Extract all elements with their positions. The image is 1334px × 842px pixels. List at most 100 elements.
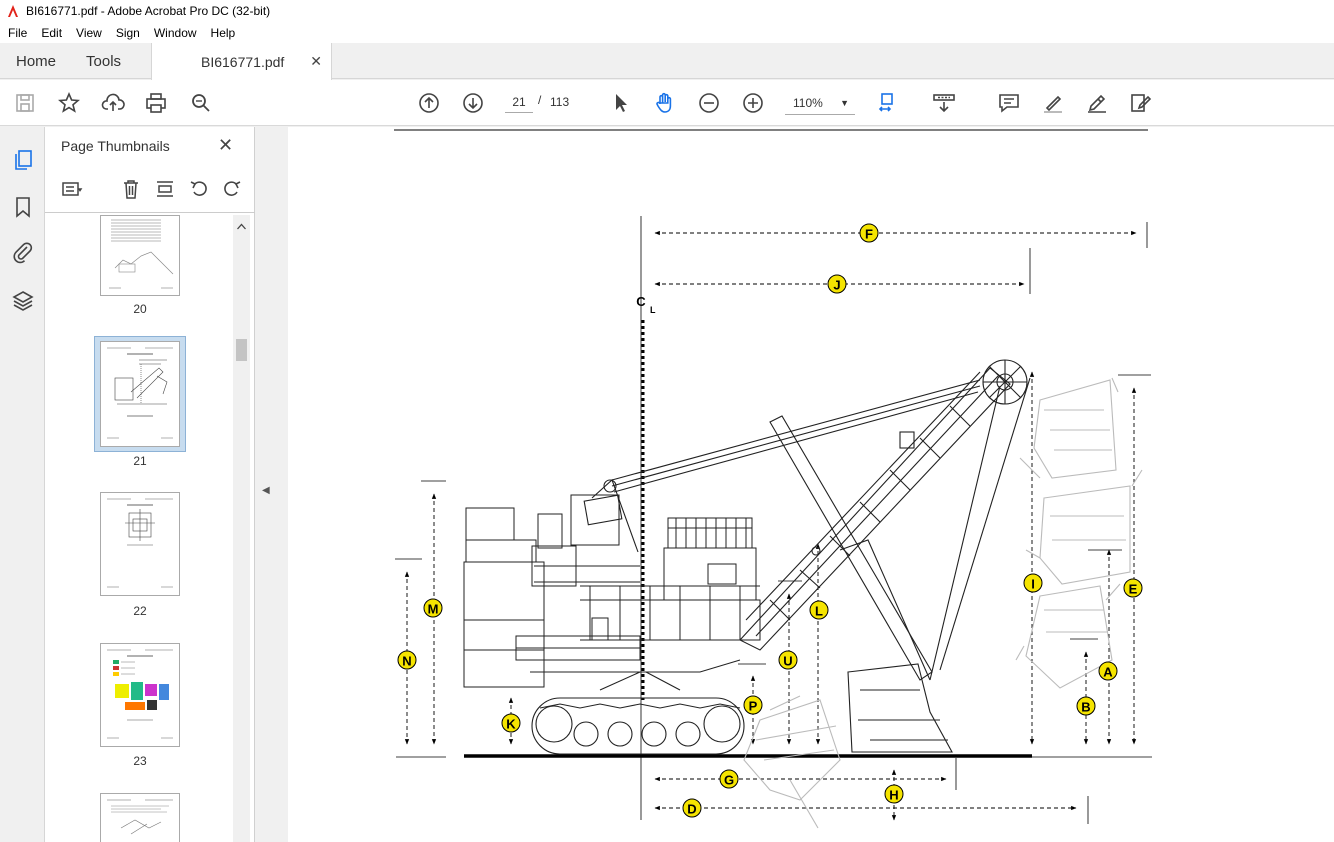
tab-document-label: BI616771.pdf bbox=[201, 53, 285, 70]
svg-text:A: A bbox=[1103, 665, 1113, 680]
thumbnail-image bbox=[109, 219, 174, 289]
navigation-rail bbox=[0, 127, 45, 842]
chevron-down-icon: ▼ bbox=[840, 98, 849, 108]
total-pages: 113 bbox=[550, 95, 570, 109]
label-f: F bbox=[859, 223, 879, 243]
thumbnail-label: 20 bbox=[133, 302, 147, 316]
thumbnail-page-20[interactable] bbox=[100, 215, 180, 296]
label-k: K bbox=[501, 713, 521, 733]
label-g: G bbox=[719, 769, 739, 789]
menu-window[interactable]: Window bbox=[146, 26, 203, 40]
thumbnail-label: 22 bbox=[133, 604, 147, 618]
label-p: P bbox=[743, 695, 763, 715]
label-i: I bbox=[1023, 573, 1043, 593]
label-d: D bbox=[682, 798, 702, 818]
svg-text:J: J bbox=[833, 278, 840, 293]
svg-text:H: H bbox=[889, 788, 898, 803]
document-page[interactable]: C L F J M N K L U P G D H I E A B bbox=[288, 127, 1334, 842]
page-down-icon[interactable] bbox=[461, 91, 485, 115]
rotate-counterclockwise-icon[interactable] bbox=[188, 178, 210, 200]
thumbnail-page-22[interactable] bbox=[100, 492, 180, 596]
thumbnail-label: 23 bbox=[133, 754, 147, 768]
thumbnail-page-23[interactable] bbox=[100, 643, 180, 747]
thumbnail-image bbox=[107, 498, 173, 588]
svg-text:N: N bbox=[402, 654, 411, 669]
thumbnail-label: 21 bbox=[133, 454, 147, 468]
tab-document[interactable]: BI616771.pdf ✕ bbox=[151, 43, 332, 80]
zoom-dropdown[interactable]: 110% ▼ bbox=[785, 91, 855, 115]
zoom-in-icon[interactable] bbox=[741, 91, 765, 115]
main-toolbar bbox=[0, 80, 1334, 196]
svg-text:G: G bbox=[724, 773, 734, 788]
thumbnail-scrollbar[interactable] bbox=[233, 215, 250, 842]
close-tab-icon[interactable]: ✕ bbox=[310, 53, 322, 70]
label-b: B bbox=[1076, 696, 1096, 716]
menu-help[interactable]: Help bbox=[203, 26, 242, 40]
svg-text:I: I bbox=[1031, 577, 1035, 592]
acrobat-icon bbox=[8, 5, 18, 17]
thumbnail-image bbox=[107, 347, 173, 439]
label-a: A bbox=[1098, 661, 1118, 681]
save-icon[interactable] bbox=[13, 91, 37, 115]
upload-icon[interactable] bbox=[101, 91, 125, 115]
tab-bar: Home Tools BI616771.pdf ✕ bbox=[0, 43, 1334, 80]
page-thumbnails-icon[interactable] bbox=[11, 148, 35, 172]
svg-text:P: P bbox=[749, 699, 758, 714]
find-icon[interactable] bbox=[189, 91, 213, 115]
page-up-icon[interactable] bbox=[417, 91, 441, 115]
tab-tools[interactable]: Tools bbox=[72, 43, 137, 79]
svg-text:K: K bbox=[506, 717, 516, 732]
menu-sign[interactable]: Sign bbox=[108, 26, 146, 40]
excavator-dimension-drawing: C L F J M N K L U P G D H I E A B bbox=[394, 129, 1152, 829]
label-j: J bbox=[827, 274, 847, 294]
thumbnails-panel: Page Thumbnails ✕ 20 21 22 23 bbox=[45, 127, 255, 842]
bookmark-icon[interactable] bbox=[11, 195, 35, 219]
page-number-input[interactable]: 21 bbox=[505, 91, 533, 113]
close-panel-icon[interactable]: ✕ bbox=[218, 135, 233, 156]
thumbnail-image bbox=[107, 649, 173, 739]
comment-icon[interactable] bbox=[997, 91, 1021, 115]
label-n: N bbox=[397, 650, 417, 670]
zoom-out-icon[interactable] bbox=[697, 91, 721, 115]
label-l: L bbox=[809, 600, 829, 620]
tab-home[interactable]: Home bbox=[0, 43, 72, 79]
star-icon[interactable] bbox=[57, 91, 81, 115]
delete-page-icon[interactable] bbox=[120, 178, 142, 200]
menu-file[interactable]: File bbox=[0, 26, 33, 40]
print-icon[interactable] bbox=[144, 91, 168, 115]
menu-edit[interactable]: Edit bbox=[33, 26, 68, 40]
collapse-panel-icon[interactable]: ◀ bbox=[262, 485, 270, 496]
scroll-mode-icon[interactable] bbox=[932, 91, 956, 115]
panel-splitter[interactable]: ◀ bbox=[255, 127, 288, 842]
sign-icon[interactable] bbox=[1085, 91, 1109, 115]
svg-text:B: B bbox=[1081, 700, 1090, 715]
extract-page-icon[interactable] bbox=[154, 178, 176, 200]
attachment-icon[interactable] bbox=[11, 240, 35, 264]
layers-icon[interactable] bbox=[11, 289, 35, 313]
fit-page-icon[interactable] bbox=[877, 91, 901, 115]
edit-pdf-icon[interactable] bbox=[1128, 91, 1152, 115]
thumbnail-page-24[interactable] bbox=[100, 793, 180, 842]
menu-view[interactable]: View bbox=[68, 26, 108, 40]
thumbnail-toolbar bbox=[45, 167, 255, 213]
panel-title: Page Thumbnails bbox=[61, 138, 170, 154]
window-title: BI616771.pdf - Adobe Acrobat Pro DC (32-… bbox=[26, 4, 271, 18]
label-u: U bbox=[778, 650, 798, 670]
scrollbar-thumb[interactable] bbox=[236, 339, 247, 361]
svg-text:E: E bbox=[1129, 582, 1138, 597]
zoom-value: 110% bbox=[793, 96, 823, 110]
highlight-icon[interactable] bbox=[1041, 91, 1065, 115]
thumbnail-page-21[interactable] bbox=[100, 341, 180, 447]
options-menu-icon[interactable] bbox=[61, 178, 83, 200]
rotate-clockwise-icon[interactable] bbox=[221, 178, 243, 200]
hand-icon[interactable] bbox=[653, 91, 677, 115]
dimension-labels: F J M N K L U P G D H I E A B bbox=[397, 223, 1143, 818]
svg-text:L: L bbox=[815, 604, 823, 619]
svg-text:F: F bbox=[865, 227, 873, 242]
select-cursor-icon[interactable] bbox=[609, 91, 633, 115]
centerline-symbol: C bbox=[636, 294, 646, 309]
title-bar: BI616771.pdf - Adobe Acrobat Pro DC (32-… bbox=[0, 0, 1334, 22]
thumbnail-image bbox=[107, 799, 173, 835]
scroll-up-icon[interactable] bbox=[237, 223, 246, 230]
label-m: M bbox=[423, 598, 443, 618]
